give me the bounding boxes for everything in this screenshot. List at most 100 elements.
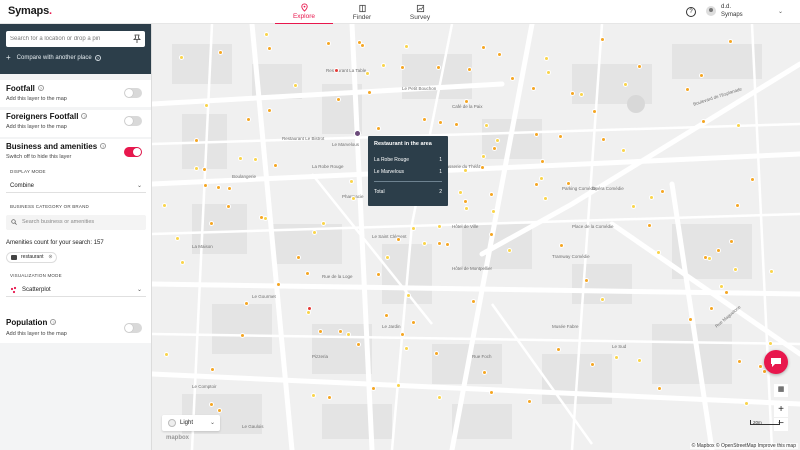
- user-menu[interactable]: d.d. Symaps: [706, 3, 743, 19]
- poi-marker[interactable]: [434, 350, 440, 356]
- poi-marker[interactable]: [484, 122, 490, 128]
- poi-marker[interactable]: [208, 401, 214, 407]
- poi-marker[interactable]: [657, 385, 663, 391]
- poi-marker[interactable]: [732, 267, 738, 273]
- poi-marker[interactable]: [436, 240, 442, 246]
- compare-button[interactable]: + Compare with another place ?: [6, 53, 145, 62]
- poi-marker[interactable]: [348, 178, 354, 184]
- zoom-in-button[interactable]: +: [774, 404, 788, 417]
- poi-marker[interactable]: [193, 165, 199, 171]
- poi-marker[interactable]: [375, 271, 381, 277]
- tab-finder[interactable]: Finder: [333, 0, 391, 24]
- poi-marker[interactable]: [375, 126, 381, 132]
- poi-marker[interactable]: [380, 63, 386, 69]
- poi-marker[interactable]: [719, 283, 725, 289]
- close-icon[interactable]: ⊗: [48, 253, 52, 262]
- pin-icon[interactable]: [133, 34, 141, 44]
- poi-marker[interactable]: [334, 68, 339, 73]
- selected-poi-marker[interactable]: [354, 130, 361, 137]
- poi-marker[interactable]: [636, 63, 642, 69]
- help-icon[interactable]: ?: [50, 319, 57, 325]
- poi-marker[interactable]: [543, 55, 549, 61]
- help-icon[interactable]: ?: [94, 54, 101, 61]
- poi-marker[interactable]: [395, 237, 401, 243]
- category-chip[interactable]: restaurant ⊗: [6, 252, 57, 263]
- help-icon[interactable]: ?: [100, 143, 107, 149]
- poi-marker[interactable]: [558, 242, 564, 248]
- map-style-select[interactable]: Light ⌄: [162, 415, 220, 431]
- poi-marker[interactable]: [163, 351, 169, 357]
- poi-marker[interactable]: [304, 270, 310, 276]
- tab-survey[interactable]: Survey: [391, 0, 449, 24]
- poi-marker[interactable]: [659, 188, 665, 194]
- business-toggle[interactable]: [124, 147, 142, 157]
- poi-marker[interactable]: [736, 358, 742, 364]
- poi-marker[interactable]: [736, 122, 742, 128]
- poi-marker[interactable]: [494, 138, 500, 144]
- poi-marker[interactable]: [201, 167, 207, 173]
- poi-marker[interactable]: [470, 299, 476, 305]
- poi-marker[interactable]: [620, 148, 626, 154]
- poi-marker[interactable]: [647, 222, 653, 228]
- poi-marker[interactable]: [509, 75, 515, 81]
- poi-marker[interactable]: [757, 364, 763, 370]
- chat-button[interactable]: [764, 350, 788, 374]
- poi-marker[interactable]: [396, 382, 402, 388]
- poi-marker[interactable]: [655, 249, 661, 255]
- poi-marker[interactable]: [227, 185, 232, 191]
- poi-marker[interactable]: [266, 46, 272, 52]
- poi-marker[interactable]: [458, 189, 464, 195]
- app-logo[interactable]: Symaps.: [8, 5, 52, 17]
- map-canvas[interactable]: Restaurant La Table Le Petit Bouchon Pla…: [152, 24, 800, 450]
- poi-marker[interactable]: [435, 64, 441, 70]
- help-icon[interactable]: ?: [81, 113, 88, 119]
- poi-marker[interactable]: [491, 145, 497, 151]
- poi-marker[interactable]: [307, 306, 312, 311]
- map-attribution[interactable]: © Mapbox © OpenStreetMap Improve this ma…: [689, 443, 798, 449]
- poi-marker[interactable]: [622, 82, 628, 88]
- poi-marker[interactable]: [215, 185, 221, 191]
- poi-marker[interactable]: [539, 158, 545, 164]
- poi-marker[interactable]: [317, 328, 323, 334]
- poi-marker[interactable]: [295, 254, 301, 260]
- category-search-input[interactable]: Search business or amenities: [6, 215, 146, 230]
- poi-marker[interactable]: [590, 361, 596, 367]
- poi-marker[interactable]: [462, 167, 468, 173]
- tab-explore[interactable]: Explore: [275, 0, 333, 24]
- poi-marker[interactable]: [336, 96, 342, 102]
- poi-marker[interactable]: [546, 69, 552, 75]
- poi-marker[interactable]: [600, 137, 606, 142]
- poi-marker[interactable]: [630, 203, 636, 209]
- poi-marker[interactable]: [698, 72, 704, 78]
- footfall-toggle[interactable]: [124, 88, 142, 98]
- poi-marker[interactable]: [584, 277, 590, 283]
- poi-marker[interactable]: [237, 155, 243, 161]
- help-icon[interactable]: ?: [37, 85, 44, 91]
- visualization-mode-select[interactable]: Scatterplot ⌄: [6, 283, 146, 297]
- location-search-input[interactable]: [6, 31, 145, 47]
- poi-marker[interactable]: [555, 347, 561, 353]
- poi-marker[interactable]: [403, 345, 409, 351]
- population-toggle[interactable]: [124, 323, 142, 333]
- poi-marker[interactable]: [480, 153, 486, 159]
- poi-marker[interactable]: [403, 44, 409, 50]
- foreigners-toggle[interactable]: [124, 116, 142, 126]
- poi-marker[interactable]: [276, 281, 282, 287]
- poi-marker[interactable]: [723, 289, 729, 295]
- poi-marker[interactable]: [406, 292, 411, 298]
- poi-marker[interactable]: [453, 121, 459, 127]
- poi-marker[interactable]: [272, 162, 278, 168]
- poi-marker[interactable]: [217, 50, 223, 56]
- poi-marker[interactable]: [311, 392, 317, 398]
- chevron-down-icon[interactable]: ⌄: [778, 8, 783, 15]
- poi-marker[interactable]: [578, 92, 584, 98]
- poi-marker[interactable]: [266, 108, 272, 114]
- poi-marker[interactable]: [506, 247, 512, 253]
- poi-marker[interactable]: [591, 108, 597, 114]
- poi-marker[interactable]: [744, 400, 750, 406]
- poi-marker[interactable]: [292, 82, 298, 88]
- poi-marker[interactable]: [533, 182, 539, 188]
- poi-marker[interactable]: [768, 268, 774, 274]
- poi-marker[interactable]: [209, 366, 215, 372]
- poi-marker[interactable]: [526, 398, 532, 404]
